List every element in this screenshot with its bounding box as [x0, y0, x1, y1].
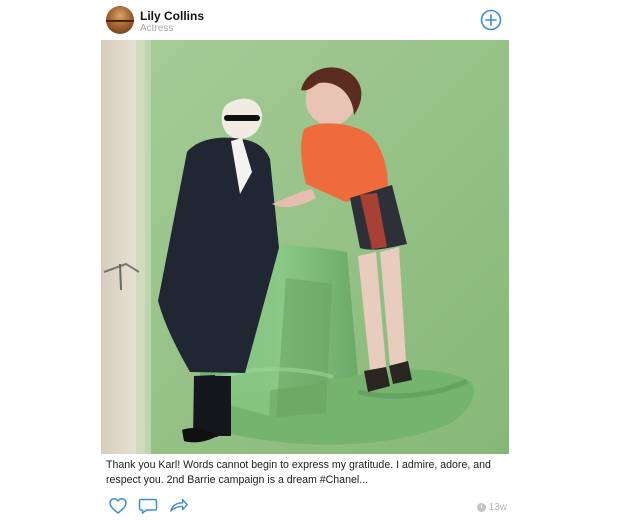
- clock-icon: [476, 502, 486, 512]
- add-circle-icon[interactable]: [480, 9, 502, 31]
- author-role: Actress: [140, 23, 174, 34]
- avatar-horizon: [106, 20, 134, 22]
- post-caption: Thank you Karl! Words cannot begin to ex…: [106, 459, 491, 486]
- post-header: Lily Collins Actress: [104, 4, 508, 38]
- share-arrow-icon[interactable]: [169, 497, 189, 515]
- author-name[interactable]: Lily Collins: [140, 9, 204, 23]
- heart-icon[interactable]: [108, 497, 128, 515]
- post-age: 13w: [476, 500, 507, 514]
- post-photo[interactable]: [101, 40, 509, 454]
- post-actions: 13w: [106, 497, 510, 517]
- post-age-text: 13w: [488, 501, 507, 513]
- comment-icon[interactable]: [138, 497, 158, 515]
- photo-illustration: [101, 40, 509, 454]
- avatar[interactable]: [106, 6, 134, 34]
